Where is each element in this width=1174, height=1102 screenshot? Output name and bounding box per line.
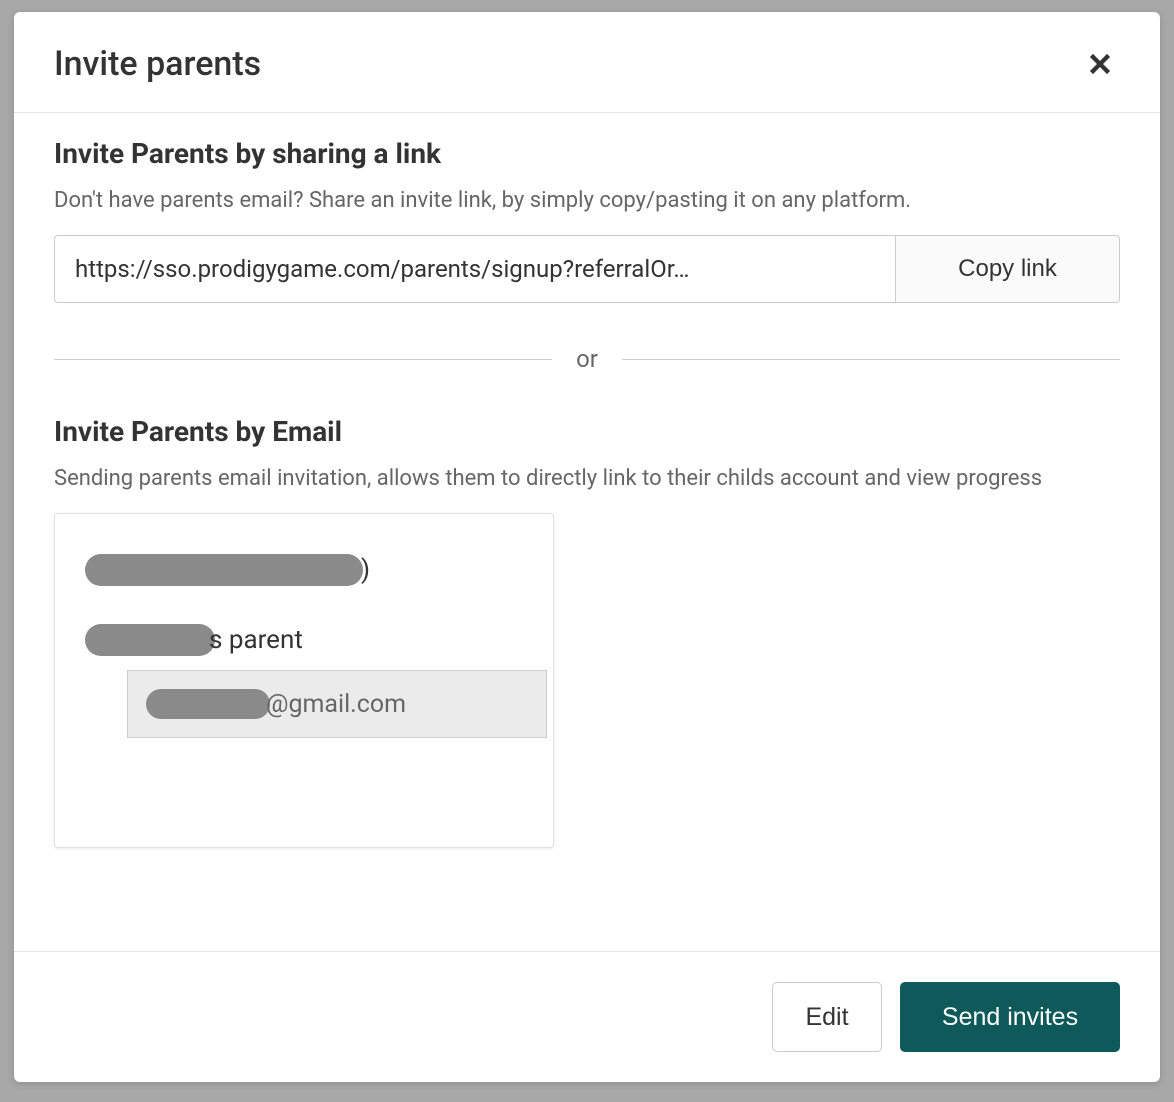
redacted-email-local: [146, 689, 270, 719]
invite-parents-modal: Invite parents Invite Parents by sharing…: [14, 12, 1160, 1082]
parent-card: ) s parent @gmail.com: [54, 513, 554, 848]
modal-body[interactable]: Invite Parents by sharing a link Don't h…: [14, 113, 1160, 951]
email-domain-suffix: @gmail.com: [266, 690, 406, 719]
share-link-description: Don't have parents email? Share an invit…: [54, 184, 1120, 217]
modal-title: Invite parents: [54, 44, 261, 84]
share-link-row: https://sso.prodigygame.com/parents/sign…: [54, 235, 1120, 303]
divider-text: or: [552, 345, 622, 373]
redacted-student-name: [85, 554, 363, 586]
copy-link-button[interactable]: Copy link: [895, 235, 1120, 303]
scroll-spacer: [54, 848, 1120, 888]
redacted-parent-name: [85, 624, 215, 656]
share-link-input[interactable]: https://sso.prodigygame.com/parents/sign…: [54, 235, 895, 303]
modal-header: Invite parents: [14, 12, 1160, 113]
parent-label-suffix: s parent: [209, 625, 303, 655]
divider-line-left: [54, 359, 552, 360]
parent-email-input[interactable]: @gmail.com: [127, 670, 547, 738]
close-icon: [1085, 49, 1115, 79]
email-section-description: Sending parents email invitation, allows…: [54, 462, 1120, 495]
edit-button[interactable]: Edit: [772, 982, 882, 1052]
close-button[interactable]: [1080, 44, 1120, 84]
student-name-suffix: ): [361, 555, 370, 585]
modal-footer: Edit Send invites: [14, 951, 1160, 1082]
email-section-title: Invite Parents by Email: [54, 415, 1120, 448]
parent-label-row: s parent: [85, 624, 523, 656]
student-name-row: ): [85, 554, 523, 586]
divider: or: [54, 345, 1120, 373]
send-invites-button[interactable]: Send invites: [900, 982, 1120, 1052]
divider-line-right: [622, 359, 1120, 360]
share-link-title: Invite Parents by sharing a link: [54, 137, 1120, 170]
